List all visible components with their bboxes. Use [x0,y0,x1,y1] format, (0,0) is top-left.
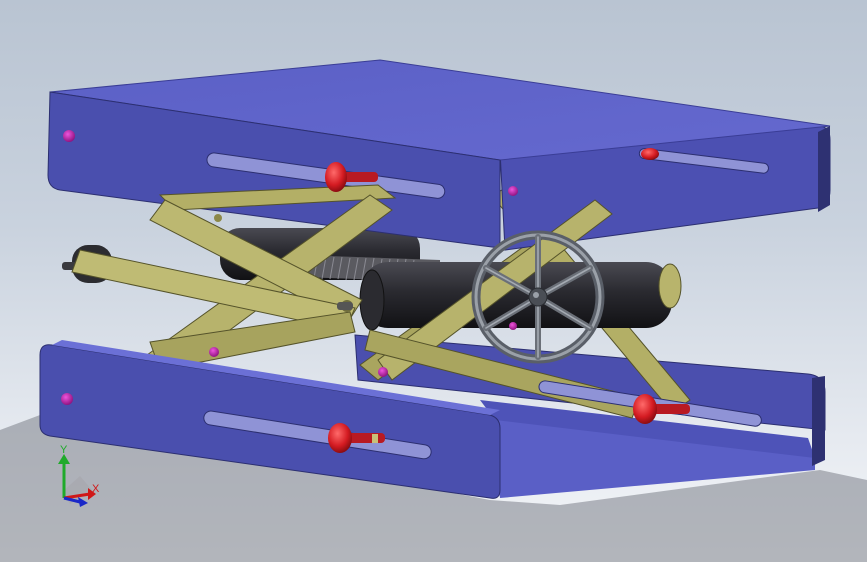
scissor-lift-model[interactable]: Y X Z [0,0,867,562]
pivot-pin [209,347,219,357]
pivot-pin [63,130,75,142]
slot-pin-top-back [641,148,659,160]
tube-end-cap [658,263,682,309]
y-axis-label: Y [60,444,68,456]
x-axis-label: X [92,483,100,495]
cad-viewport[interactable]: Y X Z [0,0,867,562]
bottom-plate-right-edge [812,376,825,466]
arm-pivot-hole [214,214,222,222]
tube-end-left [359,269,385,331]
pivot-pin [509,322,517,330]
pin-stub [337,302,353,310]
pivot-pin [378,367,388,377]
top-plate-right-edge [818,126,830,212]
pivot-pin [508,186,518,196]
pivot-pin [61,393,73,405]
